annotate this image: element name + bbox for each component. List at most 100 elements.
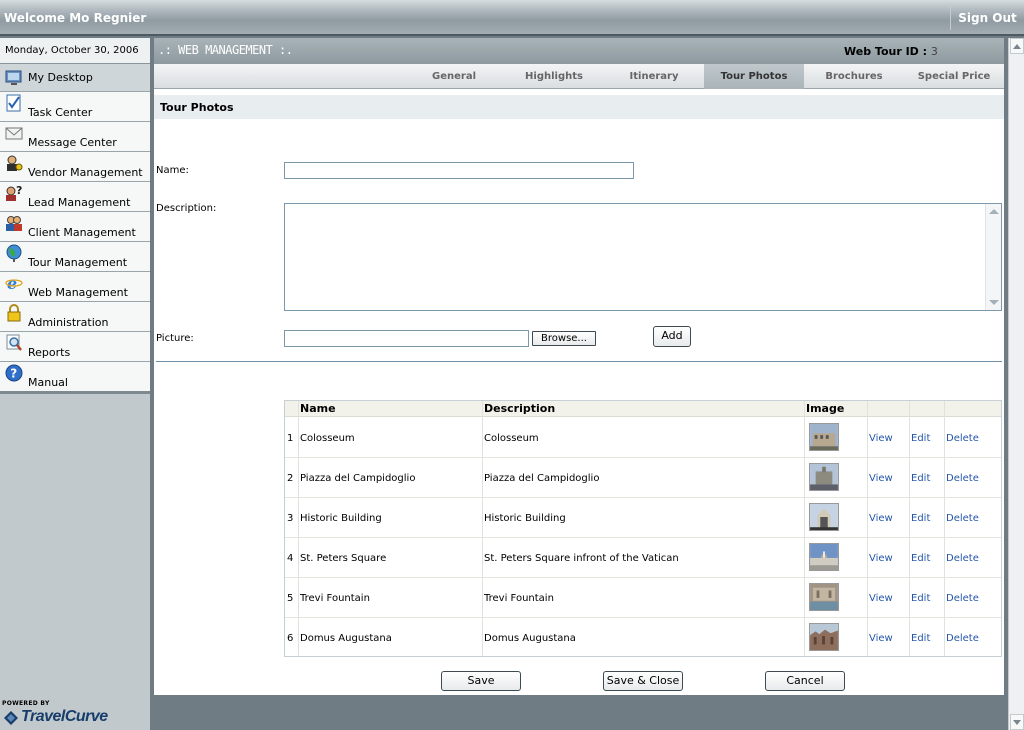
sidebar-item-web-management[interactable]: e Web Management (0, 272, 150, 302)
photo-thumbnail[interactable] (809, 423, 839, 451)
chevron-up-icon (1013, 44, 1021, 49)
table-row: 1 Colosseum Colosseum View Edit Delete (285, 418, 1001, 458)
row-number: 5 (287, 593, 294, 604)
sidebar-item-label: Web Management (28, 286, 128, 299)
description-textarea[interactable] (284, 203, 1002, 311)
svg-text:?: ? (10, 367, 17, 381)
delete-link[interactable]: Delete (946, 553, 979, 564)
tab-brochures[interactable]: Brochures (804, 64, 904, 89)
delete-link[interactable]: Delete (946, 513, 979, 524)
photo-name: Piazza del Campidoglio (300, 473, 416, 484)
column-header-name: Name (300, 402, 336, 415)
sidebar-item-label: My Desktop (28, 71, 93, 84)
edit-link[interactable]: Edit (911, 553, 930, 564)
photo-name: Colosseum (300, 433, 355, 444)
save-and-close-button[interactable]: Save & Close (603, 671, 683, 691)
view-link[interactable]: View (869, 473, 893, 484)
scroll-up-arrow-icon[interactable] (989, 209, 999, 214)
sidebar-item-task-center[interactable]: Task Center (0, 92, 150, 122)
page-scroll-up-button[interactable] (1010, 38, 1024, 54)
photo-thumbnail[interactable] (809, 463, 839, 491)
page-scrollbar[interactable] (1008, 38, 1024, 730)
row-number: 4 (287, 553, 294, 564)
photo-description: Piazza del Campidoglio (484, 473, 600, 484)
row-number: 1 (287, 433, 294, 444)
delete-link[interactable]: Delete (946, 433, 979, 444)
cancel-button[interactable]: Cancel (765, 671, 845, 691)
photo-description: Historic Building (484, 513, 566, 524)
desktop-icon (5, 70, 22, 85)
view-link[interactable]: View (869, 553, 893, 564)
sidebar-item-client-management[interactable]: Client Management (0, 212, 150, 242)
picture-file-input[interactable] (284, 330, 529, 347)
browse-button[interactable]: Browse... (532, 331, 596, 346)
save-button[interactable]: Save (441, 671, 521, 691)
sidebar-item-label: Administration (28, 316, 109, 329)
description-scrollbar[interactable] (985, 204, 1001, 310)
picture-label: Picture: (156, 333, 194, 344)
sidebar-item-manual[interactable]: ? Manual (0, 362, 150, 392)
lead-icon: ? (6, 184, 22, 201)
photo-thumbnail[interactable] (809, 543, 839, 571)
delete-link[interactable]: Delete (946, 473, 979, 484)
tab-general[interactable]: General (404, 64, 504, 89)
delete-link[interactable]: Delete (946, 593, 979, 604)
view-link[interactable]: View (869, 433, 893, 444)
chevron-down-icon (1013, 720, 1021, 725)
tab-special-price[interactable]: Special Price (904, 64, 1004, 89)
svg-text:e: e (7, 274, 17, 292)
photo-name: Trevi Fountain (300, 593, 370, 604)
name-input[interactable] (284, 162, 634, 179)
sidebar-item-label: Tour Management (28, 256, 128, 269)
top-bar: Welcome Mo Regnier Sign Out (0, 0, 1024, 36)
tab-itinerary[interactable]: Itinerary (604, 64, 704, 89)
sidebar-item-reports[interactable]: Reports (0, 332, 150, 362)
delete-link[interactable]: Delete (946, 633, 979, 644)
edit-link[interactable]: Edit (911, 433, 930, 444)
table-row: 3 Historic Building Historic Building Vi… (285, 498, 1001, 538)
edit-link[interactable]: Edit (911, 593, 930, 604)
tab-tour-photos[interactable]: Tour Photos (704, 64, 804, 89)
view-link[interactable]: View (869, 633, 893, 644)
view-link[interactable]: View (869, 593, 893, 604)
tab-highlights[interactable]: Highlights (504, 64, 604, 89)
table-row: 2 Piazza del Campidoglio Piazza del Camp… (285, 458, 1001, 498)
table-header-row (285, 401, 1001, 417)
view-link[interactable]: View (869, 513, 893, 524)
powered-by-text: POWERED BY (2, 700, 50, 707)
column-header-description: Description (484, 402, 556, 415)
row-number: 6 (287, 633, 294, 644)
welcome-text: Welcome Mo Regnier (4, 11, 147, 25)
sidebar-item-label: Manual (28, 376, 68, 389)
sign-out-button[interactable]: Sign Out (950, 6, 1024, 30)
photo-thumbnail[interactable] (809, 583, 839, 611)
photo-thumbnail[interactable] (809, 503, 839, 531)
add-button[interactable]: Add (653, 326, 691, 347)
sidebar-item-lead-management[interactable]: ? Lead Management (0, 182, 150, 212)
table-row: 5 Trevi Fountain Trevi Fountain View Edi… (285, 578, 1001, 618)
sidebar-item-message-center[interactable]: Message Center (0, 122, 150, 152)
sidebar: Monday, October 30, 2006 My Desktop Task… (0, 38, 150, 730)
photo-name: Historic Building (300, 513, 382, 524)
travelcurve-logo: TravelCurve (4, 708, 124, 729)
name-label: Name: (156, 165, 189, 176)
sidebar-item-my-desktop[interactable]: My Desktop (0, 64, 150, 92)
edit-link[interactable]: Edit (911, 513, 930, 524)
edit-link[interactable]: Edit (911, 473, 930, 484)
edit-link[interactable]: Edit (911, 633, 930, 644)
scroll-down-arrow-icon[interactable] (989, 300, 999, 305)
description-label: Description: (156, 203, 217, 214)
content-panel: Tour Photos Name: Description: Picture: … (154, 89, 1004, 695)
photo-thumbnail[interactable] (809, 623, 839, 651)
photo-description: Colosseum (484, 433, 539, 444)
tab-bar: General Highlights Itinerary Tour Photos… (154, 64, 1004, 89)
sidebar-item-tour-management[interactable]: Tour Management (0, 242, 150, 272)
lock-icon (7, 304, 21, 322)
globe-icon (6, 244, 22, 262)
sidebar-item-vendor-management[interactable]: Vendor Management (0, 152, 150, 182)
page-scroll-down-button[interactable] (1010, 714, 1024, 730)
web-tour-id-label: Web Tour ID : (844, 45, 928, 58)
row-number: 2 (287, 473, 294, 484)
section-header: .: WEB MANAGEMENT :. Web Tour ID : 3 (154, 38, 1004, 64)
sidebar-item-administration[interactable]: Administration (0, 302, 150, 332)
